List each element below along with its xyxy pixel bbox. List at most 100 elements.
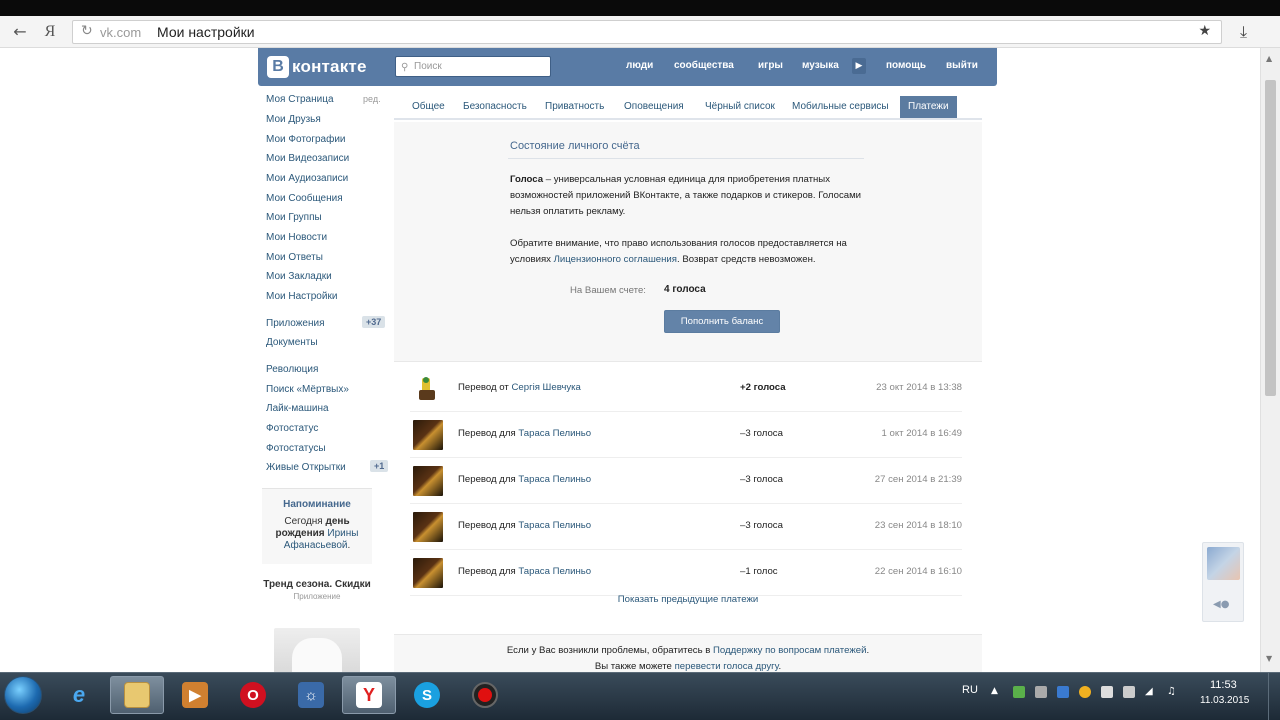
show-desktop-button[interactable]: [1268, 673, 1280, 720]
nav-games[interactable]: игры: [758, 60, 783, 71]
nav-help[interactable]: помощь: [886, 60, 926, 71]
menu-apps[interactable]: Приложения: [266, 318, 325, 329]
tab-notifications[interactable]: Оповещения: [624, 101, 684, 112]
menu-documents[interactable]: Документы: [266, 337, 318, 348]
menu-audio[interactable]: Мои Аудиозаписи: [266, 173, 348, 184]
ad-image[interactable]: [274, 628, 360, 672]
tab-mobile[interactable]: Мобильные сервисы: [792, 101, 889, 112]
scroll-up-icon[interactable]: ▲: [1266, 54, 1272, 63]
address-bar[interactable]: ↻ vk.com Мои настройки ★: [72, 20, 1222, 44]
menu-app-like-machine[interactable]: Лайк-машина: [266, 403, 329, 414]
tray-network-icon[interactable]: ◢: [1145, 686, 1157, 698]
language-indicator[interactable]: RU: [962, 684, 978, 696]
tab-privacy[interactable]: Приватность: [545, 101, 604, 112]
system-tray: RU ▲ ◢ ♫: [955, 673, 1205, 720]
menu-friends[interactable]: Мои Друзья: [266, 114, 321, 125]
votes-term: Голоса: [510, 174, 544, 185]
apps-count-badge[interactable]: +37: [362, 316, 386, 328]
transaction-user-link[interactable]: Сергія Шевчука: [511, 382, 580, 393]
transaction-avatar[interactable]: [413, 558, 443, 588]
vk-logo[interactable]: В контакте: [267, 56, 367, 78]
menu-photos[interactable]: Мои Фотографии: [266, 134, 346, 145]
clock-time[interactable]: 11:53: [1210, 679, 1237, 691]
chat-widget[interactable]: ◀●: [1202, 542, 1244, 622]
bookmark-star-icon[interactable]: ★: [1198, 23, 1211, 39]
tray-status-icon[interactable]: [1079, 686, 1091, 698]
tray-power-icon[interactable]: [1123, 686, 1135, 698]
menu-settings[interactable]: Мои Настройки: [266, 291, 337, 302]
start-button[interactable]: [4, 676, 42, 714]
menu-app-live-cards[interactable]: Живые Открытки: [266, 462, 346, 473]
page-scrollbar[interactable]: ▲ ▼: [1260, 48, 1280, 672]
menu-edit-link[interactable]: ред.: [363, 94, 381, 104]
topup-balance-button[interactable]: Пополнить баланс: [664, 310, 780, 333]
taskbar-network[interactable]: ☼: [284, 676, 338, 714]
payment-support-link[interactable]: Поддержку по вопросам платежей: [713, 645, 866, 656]
transaction-avatar[interactable]: [413, 374, 443, 404]
menu-groups[interactable]: Мои Группы: [266, 212, 322, 223]
chat-contacts-icon[interactable]: ◀●: [1213, 599, 1229, 610]
tab-general[interactable]: Общее: [412, 101, 445, 112]
nav-people[interactable]: люди: [626, 60, 653, 71]
clock-date[interactable]: 11.03.2015: [1200, 695, 1249, 706]
transaction-avatar[interactable]: [413, 466, 443, 496]
menu-app-revolution[interactable]: Революция: [266, 364, 318, 375]
menu-videos[interactable]: Мои Видеозаписи: [266, 153, 349, 164]
taskbar-recorder[interactable]: [458, 676, 512, 714]
reminder-text: Сегодня день рождения Ирины Афанасьевой.: [262, 516, 372, 552]
music-play-icon[interactable]: ▶: [852, 58, 866, 74]
transaction-row: Перевод от Сергія Шевчука +2 голоса 23 о…: [410, 366, 962, 412]
taskbar-media-player[interactable]: ▶: [168, 676, 222, 714]
transaction-user-link[interactable]: Тараса Пелиньо: [518, 566, 591, 577]
transaction-avatar[interactable]: [413, 420, 443, 450]
ie-icon: e: [72, 682, 86, 707]
taskbar-explorer[interactable]: [110, 676, 164, 714]
live-cards-badge[interactable]: +1: [370, 460, 389, 472]
transaction-amount: –3 голоса: [740, 520, 783, 531]
menu-app-photostatuses[interactable]: Фотостатусы: [266, 443, 326, 454]
chat-avatar[interactable]: [1207, 547, 1240, 580]
menu-news[interactable]: Мои Новости: [266, 232, 327, 243]
yandex-icon[interactable]: Я: [40, 22, 60, 42]
scroll-thumb[interactable]: [1265, 80, 1276, 396]
ad-title[interactable]: Тренд сезона. Скидки: [262, 578, 372, 591]
sidebar-ad[interactable]: Тренд сезона. Скидки Приложение: [262, 578, 372, 672]
taskbar-internet-explorer[interactable]: e: [52, 676, 106, 714]
transfer-votes-link[interactable]: перевести голоса другу: [675, 661, 779, 672]
menu-messages[interactable]: Мои Сообщения: [266, 193, 343, 204]
taskbar-skype[interactable]: S: [400, 676, 454, 714]
tray-volume-icon[interactable]: ♫: [1167, 686, 1179, 698]
license-link[interactable]: Лицензионного соглашения: [554, 254, 677, 265]
tab-blacklist[interactable]: Чёрный список: [705, 101, 775, 112]
nav-music[interactable]: музыка: [802, 60, 839, 71]
back-arrow-icon[interactable]: ←: [10, 22, 30, 42]
transaction-user-link[interactable]: Тараса Пелиньо: [518, 474, 591, 485]
tray-tool-icon[interactable]: [1035, 686, 1047, 698]
tray-bluetooth-icon[interactable]: [1057, 686, 1069, 698]
menu-answers[interactable]: Мои Ответы: [266, 252, 323, 263]
menu-my-page[interactable]: Моя Страница: [266, 94, 334, 105]
transaction-description: Перевод для Тараса Пелиньо: [458, 474, 591, 485]
tray-flag-icon[interactable]: [1101, 686, 1113, 698]
reload-icon[interactable]: ↻: [81, 23, 93, 39]
transaction-avatar[interactable]: [413, 512, 443, 542]
ad-shirt-shape: [292, 638, 342, 672]
tray-expand-icon[interactable]: ▲: [991, 686, 1003, 698]
taskbar-opera[interactable]: O: [226, 676, 280, 714]
settings-content: Общее Безопасность Приватность Оповещени…: [394, 96, 982, 672]
tab-payments[interactable]: Платежи: [900, 96, 957, 118]
menu-app-search-dead[interactable]: Поиск «Мёртвых»: [266, 384, 349, 395]
menu-app-photostatus[interactable]: Фотостатус: [266, 423, 318, 434]
nav-logout[interactable]: выйти: [946, 60, 978, 71]
download-icon[interactable]: ⤓: [1240, 22, 1247, 42]
tray-app-icon[interactable]: [1013, 686, 1025, 698]
scroll-down-icon[interactable]: ▼: [1266, 654, 1272, 663]
menu-bookmarks[interactable]: Мои Закладки: [266, 271, 332, 282]
tab-security[interactable]: Безопасность: [463, 101, 527, 112]
taskbar-yandex-browser[interactable]: Y: [342, 676, 396, 714]
search-input[interactable]: ⚲ Поиск: [395, 56, 551, 77]
nav-communities[interactable]: сообщества: [674, 60, 734, 71]
transaction-user-link[interactable]: Тараса Пелиньо: [518, 520, 591, 531]
show-previous-payments-link[interactable]: Показать предыдущие платежи: [394, 594, 982, 605]
transaction-user-link[interactable]: Тараса Пелиньо: [518, 428, 591, 439]
